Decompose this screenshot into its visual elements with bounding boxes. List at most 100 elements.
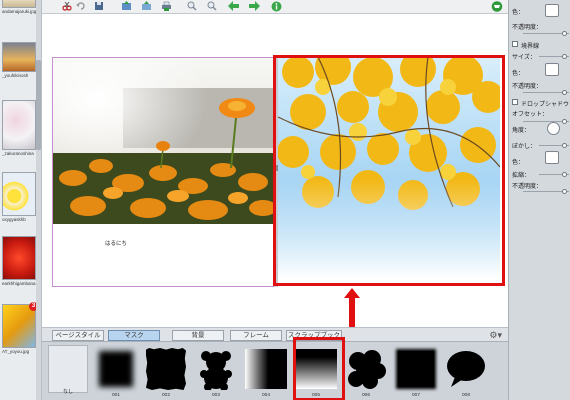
info-icon[interactable] bbox=[270, 0, 283, 12]
file-thumbnail[interactable]: _youhikinosh bbox=[2, 42, 36, 78]
mask-item[interactable]: 001 bbox=[92, 345, 140, 400]
shadow-opacity-label: 不透明度： bbox=[512, 184, 543, 190]
tab-page-style[interactable]: ページスタイル bbox=[52, 330, 104, 341]
file-thumbnail-strip: andamajaruki.jpg _youhikinosh _zakuranos… bbox=[0, 0, 42, 400]
thumbnail-caption: earkhhigambana.jpg bbox=[2, 281, 36, 286]
shadow-opacity-slider[interactable] bbox=[523, 189, 569, 194]
page-canvas[interactable]: はるにち bbox=[42, 14, 508, 354]
mask-thumb bbox=[394, 346, 438, 392]
scale-label: 拡縮： bbox=[512, 173, 531, 179]
thumbnail-caption: oxygyaskhb bbox=[2, 217, 26, 222]
color-swatch[interactable] bbox=[545, 4, 559, 17]
slider-knob[interactable] bbox=[562, 143, 567, 148]
thumbnail-caption: andamajaruki.jpg bbox=[2, 9, 36, 14]
thumbnail-scrollbar[interactable] bbox=[36, 0, 41, 400]
angle-dial[interactable] bbox=[547, 122, 560, 135]
mask-item[interactable]: 003 bbox=[192, 345, 240, 400]
slider-knob[interactable] bbox=[562, 189, 567, 194]
page-caption[interactable]: はるにち bbox=[105, 239, 127, 247]
thumbnail-caption: _youhikinosh bbox=[2, 73, 29, 78]
file-thumbnail[interactable]: oxygyaskhb bbox=[2, 172, 36, 222]
mask-label: 003 bbox=[211, 393, 220, 398]
border-opacity-slider[interactable] bbox=[523, 90, 569, 95]
thumbnail-image bbox=[2, 0, 36, 8]
zoom-out-icon[interactable] bbox=[205, 0, 218, 12]
flower-photo[interactable] bbox=[53, 58, 273, 224]
scale-slider[interactable] bbox=[539, 172, 569, 177]
mask-thumb bbox=[194, 346, 238, 392]
border-opacity-label: 不透明度： bbox=[512, 84, 543, 90]
shadow-color-label: 色： bbox=[512, 160, 525, 166]
cart-icon[interactable] bbox=[490, 0, 503, 12]
mask-selection-highlight bbox=[293, 337, 345, 400]
gear-icon[interactable]: ⚙▾ bbox=[489, 330, 502, 341]
mask-label: 007 bbox=[411, 393, 420, 398]
mask-thumb bbox=[444, 346, 488, 392]
color-label: 色： bbox=[512, 10, 525, 16]
opacity-slider[interactable] bbox=[523, 31, 569, 36]
shadow-checkbox[interactable] bbox=[512, 99, 518, 105]
mask-item[interactable]: 002 bbox=[142, 345, 190, 400]
thumbnail-caption: _zakuranoshina bbox=[2, 151, 34, 156]
thumbnail-image bbox=[2, 100, 36, 150]
import-icon[interactable] bbox=[120, 0, 133, 12]
angle-label: 角度： bbox=[512, 128, 531, 134]
mask-label: 001 bbox=[111, 393, 120, 398]
slider-knob[interactable] bbox=[562, 119, 567, 124]
mask-gallery: なし 001 002 003 004 005 006 007 008 bbox=[42, 337, 508, 400]
mask-item[interactable]: 008 bbox=[442, 345, 490, 400]
mask-highlight-box bbox=[273, 55, 505, 286]
toolbar bbox=[42, 0, 508, 14]
mask-label: 008 bbox=[461, 393, 470, 398]
slider-knob[interactable] bbox=[562, 172, 567, 177]
mask-none[interactable] bbox=[48, 345, 88, 393]
mask-label: 006 bbox=[361, 393, 370, 398]
thumbnail-caption: AT_yoyou.jpg bbox=[2, 349, 30, 354]
mask-item[interactable]: 004 bbox=[242, 345, 290, 400]
zoom-in-icon[interactable] bbox=[185, 0, 198, 12]
border-checkbox[interactable] bbox=[512, 41, 518, 47]
slider-knob[interactable] bbox=[562, 54, 567, 59]
file-thumbnail[interactable]: andamajaruki.jpg bbox=[2, 0, 36, 14]
tab-mask[interactable]: マスク bbox=[108, 330, 160, 341]
blur-label: ぼかし： bbox=[512, 144, 537, 150]
file-thumbnail[interactable]: earkhhigambana.jpg bbox=[2, 236, 36, 286]
file-thumbnail[interactable]: _zakuranoshina bbox=[2, 100, 36, 156]
mask-label: 004 bbox=[261, 393, 270, 398]
left-page[interactable]: はるにち bbox=[52, 57, 274, 287]
mask-item[interactable]: 006 bbox=[342, 345, 390, 400]
properties-panel: 色： 不透明度： 境界線 サイズ： 色： 不透明度： ドロップシャドウ オフセッ… bbox=[508, 0, 570, 400]
scrollbar-thumb[interactable] bbox=[36, 60, 41, 150]
mask-thumb bbox=[144, 346, 188, 392]
thumbnail-image bbox=[2, 236, 36, 280]
thumbnail-image bbox=[2, 172, 36, 216]
mask-thumb bbox=[244, 346, 288, 392]
mask-none-label: なし bbox=[62, 389, 73, 395]
cut-icon[interactable] bbox=[60, 0, 73, 12]
border-label: 境界線 bbox=[521, 44, 540, 50]
arrow-right-icon[interactable] bbox=[248, 0, 261, 12]
slider-knob[interactable] bbox=[562, 31, 567, 36]
mask-label: 002 bbox=[161, 393, 170, 398]
offset-slider[interactable] bbox=[523, 119, 569, 124]
shadow-color-swatch[interactable] bbox=[545, 151, 559, 164]
mask-item[interactable]: 007 bbox=[392, 345, 440, 400]
size-label: サイズ： bbox=[512, 55, 536, 61]
border-color-label: 色： bbox=[512, 71, 525, 77]
print-icon[interactable] bbox=[160, 0, 173, 12]
mask-thumb bbox=[94, 346, 138, 392]
size-slider[interactable] bbox=[539, 54, 569, 59]
mask-thumb bbox=[344, 346, 388, 392]
opacity-label: 不透明度： bbox=[512, 25, 543, 31]
border-color-swatch[interactable] bbox=[545, 63, 559, 76]
export-icon[interactable] bbox=[140, 0, 153, 12]
thumbnail-image bbox=[2, 42, 36, 72]
tab-frame[interactable]: フレーム bbox=[230, 330, 282, 341]
blur-slider[interactable] bbox=[539, 143, 569, 148]
file-thumbnail[interactable]: AT_yoyou.jpg 3 bbox=[2, 302, 38, 354]
tab-background[interactable]: 背景 bbox=[172, 330, 224, 341]
undo-icon[interactable] bbox=[74, 0, 87, 12]
arrow-left-icon[interactable] bbox=[227, 0, 240, 12]
slider-knob[interactable] bbox=[562, 90, 567, 95]
save-icon[interactable] bbox=[92, 0, 105, 12]
